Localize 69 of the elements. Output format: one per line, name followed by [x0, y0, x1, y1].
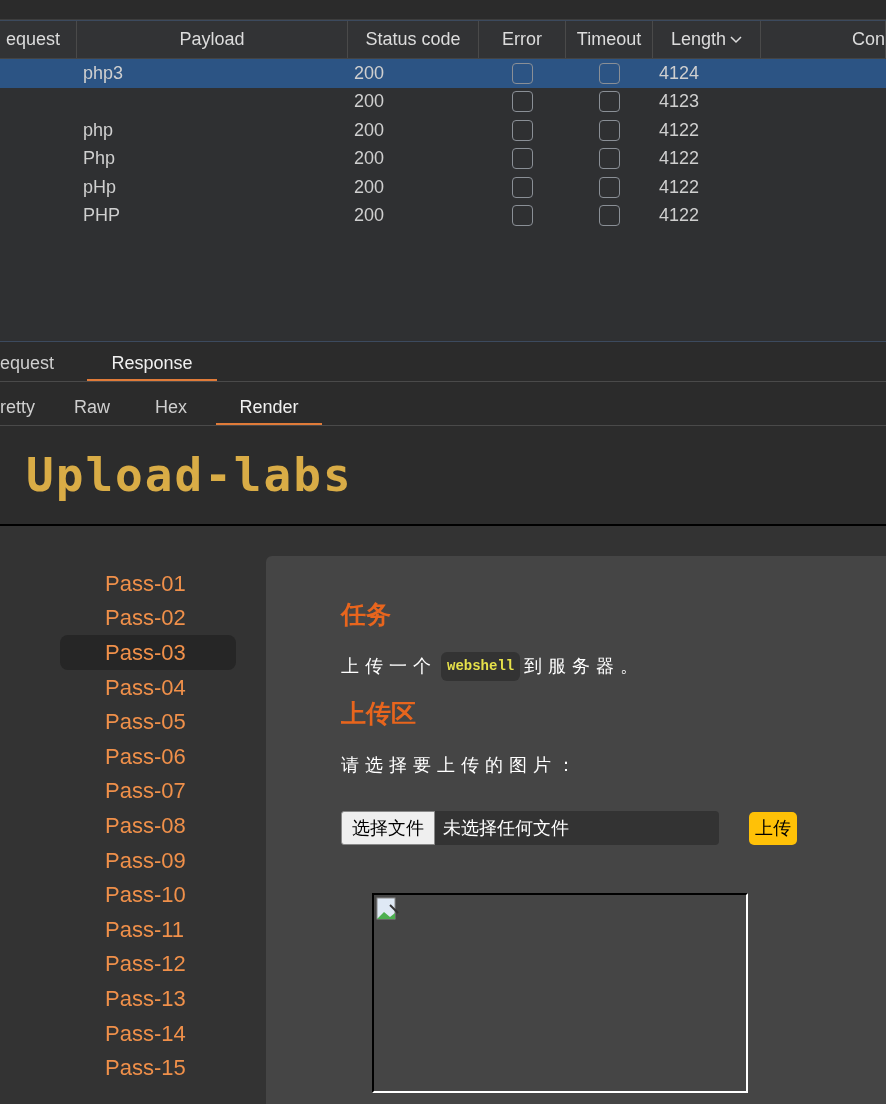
column-header[interactable]: Timeout [576, 26, 642, 53]
result-row[interactable]: php3 200 4124 [0, 59, 886, 88]
checkbox[interactable] [512, 62, 533, 84]
checkbox[interactable] [512, 176, 533, 198]
task-text: 上传一个 webshell 到服务器。 [341, 651, 886, 681]
upload-button[interactable]: 上传 [749, 811, 797, 845]
table-cell-text: 4123 [658, 91, 700, 112]
table-cell-text: 4124 [658, 62, 700, 83]
sidebar-link[interactable]: Pass-03 [60, 635, 236, 670]
sidebar-link[interactable]: Pass-07 [60, 773, 236, 809]
sidebar-link[interactable]: Pass-10 [60, 877, 236, 912]
table-cell-text: php3 [82, 62, 124, 83]
checkbox[interactable] [512, 148, 533, 170]
checkbox[interactable] [512, 119, 533, 141]
sidebar-link[interactable]: Pass-04 [60, 669, 236, 705]
sidebar-link[interactable]: Pass-11 [60, 911, 236, 947]
section-heading: 任务 [341, 599, 392, 630]
column-header[interactable]: Payload [179, 26, 245, 53]
table-cell-text: 200 [353, 176, 385, 197]
result-row[interactable]: Php 200 4122 [0, 144, 886, 173]
result-row[interactable]: php 200 4122 [0, 116, 886, 145]
sidebar-link[interactable]: Pass-06 [60, 738, 236, 774]
table-cell-text: 4122 [658, 205, 700, 226]
sidebar-link[interactable]: Pass-02 [60, 600, 236, 636]
checkbox[interactable] [599, 176, 620, 198]
table-cell-text: 200 [353, 62, 385, 83]
upload-prompt: 请选择要上传的图片： [341, 754, 582, 777]
tab[interactable]: Raw [58, 391, 126, 425]
table-cell-text: 200 [353, 205, 385, 226]
column-header[interactable]: Error [502, 26, 542, 53]
tab[interactable]: equest [0, 347, 72, 381]
result-row[interactable]: pHp 200 4122 [0, 173, 886, 202]
checkbox[interactable] [599, 148, 620, 170]
table-cell-text: 200 [353, 91, 385, 112]
site-logo: Upload-labs [26, 446, 353, 504]
tab[interactable]: retty [0, 391, 58, 425]
column-header[interactable]: Con [851, 26, 885, 53]
broken-image-icon [376, 897, 400, 921]
sidebar-link[interactable]: Pass-15 [60, 1050, 236, 1085]
table-cell-text: 200 [353, 119, 385, 140]
checkbox[interactable] [599, 119, 620, 141]
table-cell-text: php [82, 119, 114, 140]
table-cell-text: Php [82, 148, 116, 169]
result-row[interactable]: PHP 200 4122 [0, 201, 886, 230]
sidebar-link[interactable]: Pass-12 [60, 946, 236, 982]
file-input[interactable]: 选择文件 未选择任何文件 [341, 811, 719, 845]
column-header-text[interactable]: Length [670, 26, 727, 53]
checkbox[interactable] [512, 205, 533, 227]
tab[interactable]: Hex [126, 391, 216, 425]
sidebar-link[interactable]: Pass-13 [60, 981, 236, 1016]
checkbox[interactable] [599, 91, 620, 113]
column-header[interactable]: equest [5, 26, 60, 53]
section-heading: 上传区 [341, 697, 417, 729]
table-cell-text: 4122 [658, 119, 700, 140]
sidebar-link[interactable]: Pass-05 [60, 704, 236, 739]
table-cell-text: pHp [82, 176, 117, 197]
table-cell-text: 200 [353, 148, 385, 169]
table-cell-text: 4122 [658, 176, 700, 197]
sidebar-link[interactable]: Pass-09 [60, 842, 236, 878]
table-cell-text: 4122 [658, 148, 700, 169]
column-header[interactable]: Status code [365, 26, 461, 53]
sidebar-link[interactable]: Pass-08 [60, 808, 236, 843]
sidebar-link[interactable]: Pass-14 [60, 1015, 236, 1051]
checkbox[interactable] [599, 62, 620, 84]
checkbox[interactable] [512, 91, 533, 113]
sidebar-link[interactable]: Pass-01 [60, 566, 236, 601]
table-cell-text: PHP [82, 205, 120, 226]
result-row[interactable]: 200 4123 [0, 87, 886, 116]
checkbox[interactable] [599, 205, 620, 227]
